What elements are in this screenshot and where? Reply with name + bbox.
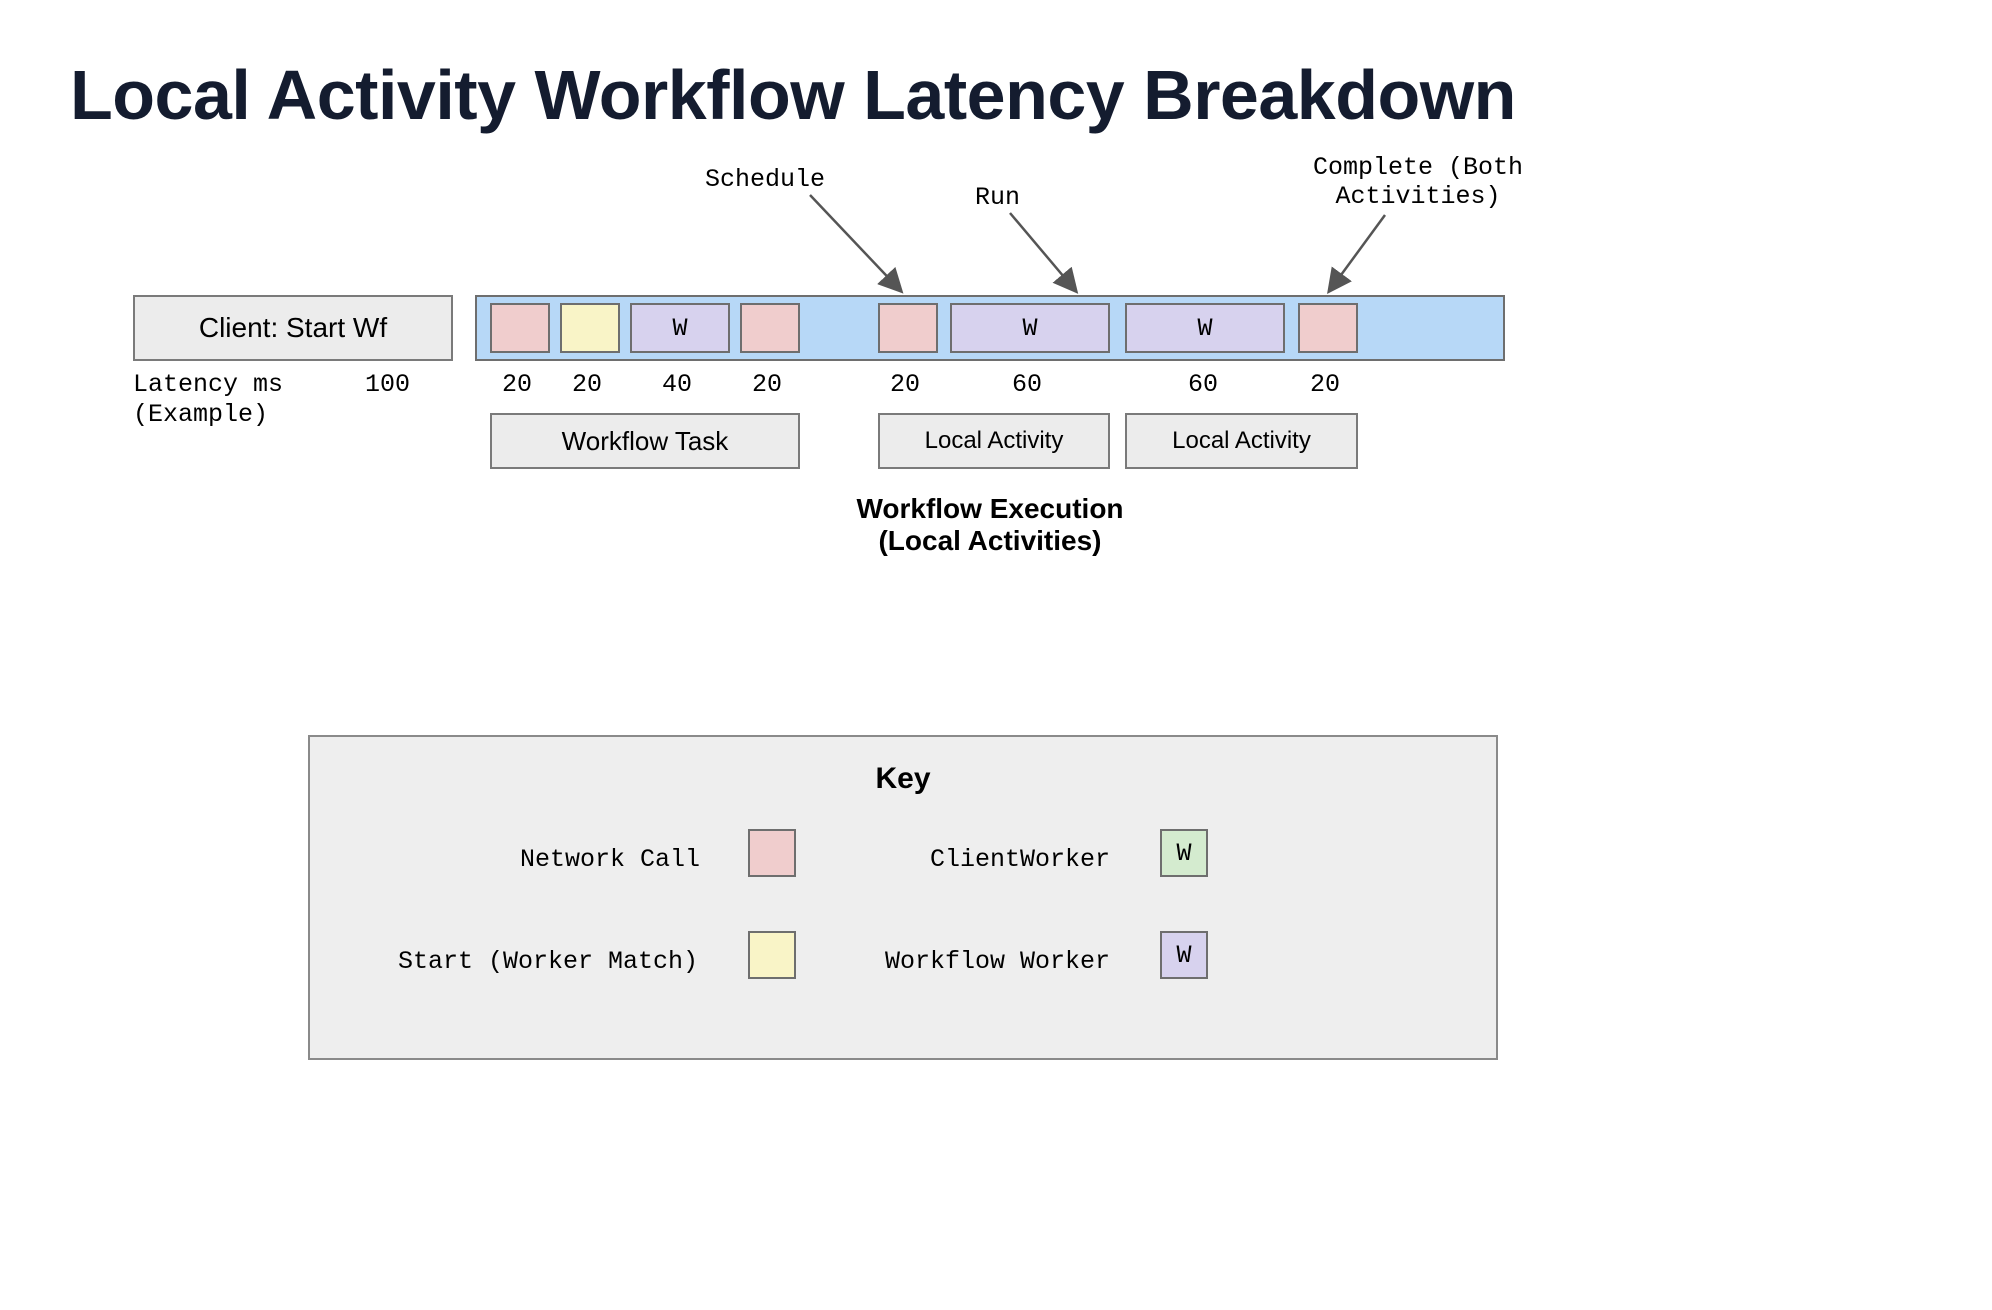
- latency-label-line2: (Example): [133, 400, 268, 429]
- latency-complete: 20: [1310, 370, 1340, 399]
- latency-la2-run: 60: [1188, 370, 1218, 399]
- key-network-call-label: Network Call: [520, 845, 700, 874]
- group-local-activity-1: Local Activity: [878, 413, 1110, 469]
- latency-client: 100: [365, 370, 410, 399]
- key-client-worker-glyph: W: [1176, 839, 1191, 868]
- group-local-activity-2-label: Local Activity: [1172, 427, 1311, 455]
- worker-glyph-la2: W: [1197, 314, 1212, 343]
- seg-wft-worker: W: [630, 303, 730, 353]
- worker-glyph-wft: W: [672, 314, 687, 343]
- latency-wft-worker: 40: [662, 370, 692, 399]
- client-start-label: Client: Start Wf: [199, 312, 387, 344]
- latency-wft-net1: 20: [502, 370, 532, 399]
- key-network-call-swatch: [748, 829, 796, 877]
- key-start-swatch: [748, 931, 796, 979]
- latency-wft-net2: 20: [752, 370, 782, 399]
- seg-la1-run: W: [950, 303, 1110, 353]
- key-workflow-worker-swatch: W: [1160, 931, 1208, 979]
- seg-wft-match: [560, 303, 620, 353]
- key-client-worker-label: ClientWorker: [930, 845, 1110, 874]
- subtitle-line2: (Local Activities): [475, 525, 1505, 557]
- subtitle: Workflow Execution (Local Activities): [475, 493, 1505, 557]
- key-start-label: Start (Worker Match): [398, 947, 698, 976]
- key-panel: Key Network Call ClientWorker W Start (W…: [308, 735, 1498, 1060]
- latency-la1-run: 60: [1012, 370, 1042, 399]
- latency-la1-sched: 20: [890, 370, 920, 399]
- seg-wft-net2: [740, 303, 800, 353]
- latency-diagram: Schedule Run Complete (Both Activities) …: [70, 195, 1922, 615]
- latency-wft-match: 20: [572, 370, 602, 399]
- seg-wft-net1: [490, 303, 550, 353]
- key-workflow-worker-label: Workflow Worker: [885, 947, 1110, 976]
- seg-complete: [1298, 303, 1358, 353]
- latency-label-line1: Latency ms: [133, 370, 283, 399]
- group-workflow-task-label: Workflow Task: [562, 426, 729, 457]
- key-client-worker-swatch: W: [1160, 829, 1208, 877]
- page-title: Local Activity Workflow Latency Breakdow…: [70, 55, 1922, 135]
- group-local-activity-1-label: Local Activity: [925, 427, 1064, 455]
- subtitle-line1: Workflow Execution: [475, 493, 1505, 525]
- group-workflow-task: Workflow Task: [490, 413, 800, 469]
- group-local-activity-2: Local Activity: [1125, 413, 1358, 469]
- key-title: Key: [310, 762, 1496, 796]
- key-workflow-worker-glyph: W: [1176, 941, 1191, 970]
- annotation-schedule: Schedule: [705, 165, 825, 194]
- seg-la2-run: W: [1125, 303, 1285, 353]
- client-start-box: Client: Start Wf: [133, 295, 453, 361]
- seg-la1-sched: [878, 303, 938, 353]
- worker-glyph-la1: W: [1022, 314, 1037, 343]
